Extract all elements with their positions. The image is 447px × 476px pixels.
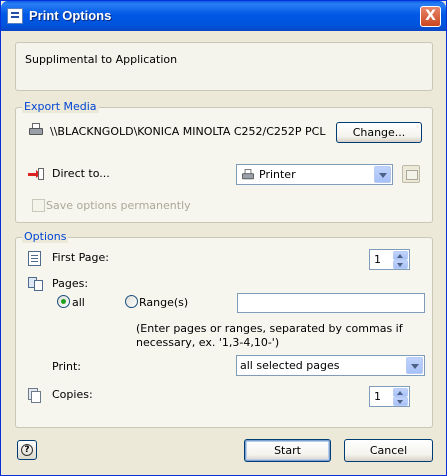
first-page-stepper[interactable]: 1 — [369, 249, 410, 270]
app-icon — [7, 8, 23, 24]
page-range-hint: (Enter pages or ranges, separated by com… — [136, 322, 403, 349]
spin-up-icon[interactable] — [393, 251, 408, 260]
copies-label: Copies: — [52, 388, 93, 401]
chevron-down-icon[interactable] — [374, 166, 391, 183]
save-options-label: Save options permanently — [46, 199, 191, 212]
info-panel: Supplimental to Application — [15, 42, 433, 91]
printer-name: \\BLACKNGOLD\KONICA MINOLTA C252/C252P P… — [50, 125, 326, 138]
print-label: Print: — [52, 360, 82, 373]
save-options-checkbox[interactable] — [32, 199, 45, 212]
direct-to-select[interactable]: Printer — [236, 164, 393, 185]
spin-up-icon[interactable] — [393, 388, 408, 397]
print-select[interactable]: all selected pages — [236, 355, 425, 376]
change-printer-button[interactable]: Change... — [336, 122, 422, 143]
close-button[interactable]: X — [420, 6, 441, 27]
options-group: Options First Page: 1 Pages: all Range(s… — [15, 230, 433, 428]
help-icon: ? — [21, 444, 33, 456]
properties-icon[interactable] — [402, 165, 420, 183]
direct-to-label: Direct to... — [52, 167, 110, 180]
spin-down-icon[interactable] — [393, 397, 408, 406]
copies-icon — [28, 388, 42, 403]
direct-to-icon — [28, 167, 44, 181]
pages-range-label: Range(s) — [139, 296, 189, 309]
pages-all-radio[interactable] — [57, 295, 70, 308]
export-media-legend: Export Media — [22, 100, 99, 113]
pages-label: Pages: — [52, 277, 89, 290]
cancel-button[interactable]: Cancel — [344, 439, 433, 462]
copies-stepper[interactable]: 1 — [369, 386, 410, 407]
direct-to-value: Printer — [259, 168, 296, 181]
title-bar[interactable]: Print Options X — [1, 1, 446, 31]
info-text: Supplimental to Application — [25, 53, 178, 66]
start-button[interactable]: Start — [244, 439, 331, 462]
copies-value: 1 — [374, 390, 381, 403]
print-value: all selected pages — [240, 359, 340, 372]
printer-icon — [28, 123, 44, 137]
print-options-dialog: Print Options X Supplimental to Applicat… — [0, 0, 447, 476]
chevron-down-icon[interactable] — [406, 357, 423, 374]
export-media-group: Export Media \\BLACKNGOLD\KONICA MINOLTA… — [15, 100, 433, 223]
window-title: Print Options — [29, 8, 112, 23]
options-legend: Options — [22, 230, 69, 243]
first-page-icon — [28, 251, 41, 266]
page-range-input[interactable] — [237, 293, 425, 313]
pages-all-label: all — [72, 296, 85, 309]
first-page-label: First Page: — [52, 251, 109, 264]
help-button[interactable]: ? — [17, 440, 37, 460]
printer-small-icon — [241, 169, 255, 181]
first-page-value: 1 — [374, 253, 381, 266]
spin-down-icon[interactable] — [393, 260, 408, 269]
pages-icon — [28, 277, 44, 292]
pages-range-radio[interactable] — [125, 295, 138, 308]
